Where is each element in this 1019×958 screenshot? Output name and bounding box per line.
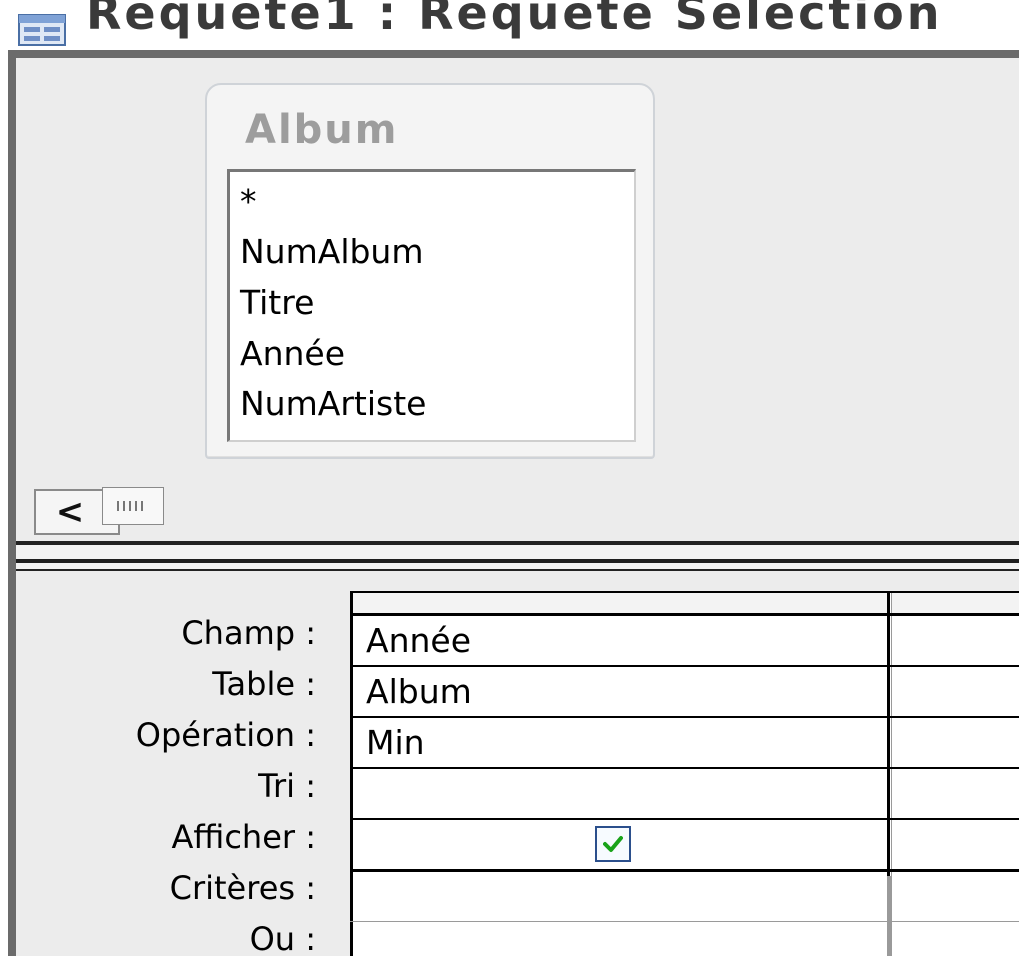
field-item-numartiste[interactable]: NumArtiste — [240, 384, 426, 423]
cell-criteres-col1[interactable] — [352, 871, 888, 921]
cell-tri-col1[interactable] — [352, 769, 888, 819]
column-selector-1[interactable] — [352, 592, 888, 614]
grid-divider-col1 — [887, 591, 890, 876]
cell-operation-col2[interactable] — [894, 718, 1019, 768]
row-label-afficher: Afficher : — [171, 818, 317, 856]
row-label-ou: Ou : — [249, 920, 316, 958]
show-checkbox[interactable] — [595, 826, 631, 862]
cell-afficher-col2[interactable] — [894, 820, 1019, 870]
scroll-thumb[interactable] — [102, 487, 164, 525]
field-list-box[interactable]: * NumAlbum Titre Année NumArtiste — [227, 169, 636, 442]
field-list-title[interactable]: Album — [245, 107, 398, 153]
window-title-bar: Requete1 : Requete Selection — [0, 0, 1019, 50]
row-label-tri: Tri : — [258, 767, 316, 805]
field-item-titre[interactable]: Titre — [240, 283, 314, 322]
cell-criteres-col2[interactable] — [894, 871, 1019, 921]
grid-line-2 — [350, 716, 1019, 718]
grid-line-4 — [350, 818, 1019, 820]
scroll-grip-icon — [117, 501, 147, 511]
grid-line-6 — [350, 921, 1019, 922]
grid-line-header — [350, 613, 1019, 616]
grid-divider-col2 — [891, 591, 892, 956]
cell-table-col1[interactable]: Album — [352, 667, 888, 717]
row-label-champ: Champ : — [181, 614, 316, 652]
grid-line-1 — [350, 665, 1019, 667]
window-title: Requete1 : Requete Selection — [86, 0, 943, 40]
cell-ou-col2[interactable] — [894, 922, 1019, 956]
horizontal-scrollbar[interactable]: < — [16, 481, 1019, 541]
cell-tri-col2[interactable] — [894, 769, 1019, 819]
splitter-divider — [16, 559, 1019, 563]
column-selector-2[interactable] — [892, 592, 1019, 614]
grid-line-5 — [350, 869, 1019, 872]
grid-line-top — [350, 591, 1019, 593]
pane-splitter[interactable] — [16, 541, 1019, 571]
row-label-criteres: Critères : — [169, 869, 316, 907]
cell-table-col2[interactable] — [894, 667, 1019, 717]
grid-line-3 — [350, 767, 1019, 769]
field-item-numalbum[interactable]: NumAlbum — [240, 232, 424, 271]
query-window-icon — [18, 14, 66, 46]
row-label-operation: Opération : — [135, 716, 316, 754]
cell-champ-col2[interactable] — [894, 616, 1019, 666]
cell-operation-col1[interactable]: Min — [352, 718, 888, 768]
left-arrow-icon: < — [55, 492, 85, 532]
field-list-album[interactable]: Album * NumAlbum Titre Année NumArtiste — [205, 83, 655, 459]
checkmark-icon — [603, 836, 623, 852]
cell-ou-col1[interactable] — [352, 922, 888, 956]
field-item-all[interactable]: * — [240, 182, 257, 221]
field-item-annee[interactable]: Année — [240, 334, 345, 373]
cell-champ-col1[interactable]: Année — [352, 616, 888, 666]
row-label-table: Table : — [212, 665, 316, 703]
grid-border-left — [350, 591, 353, 956]
